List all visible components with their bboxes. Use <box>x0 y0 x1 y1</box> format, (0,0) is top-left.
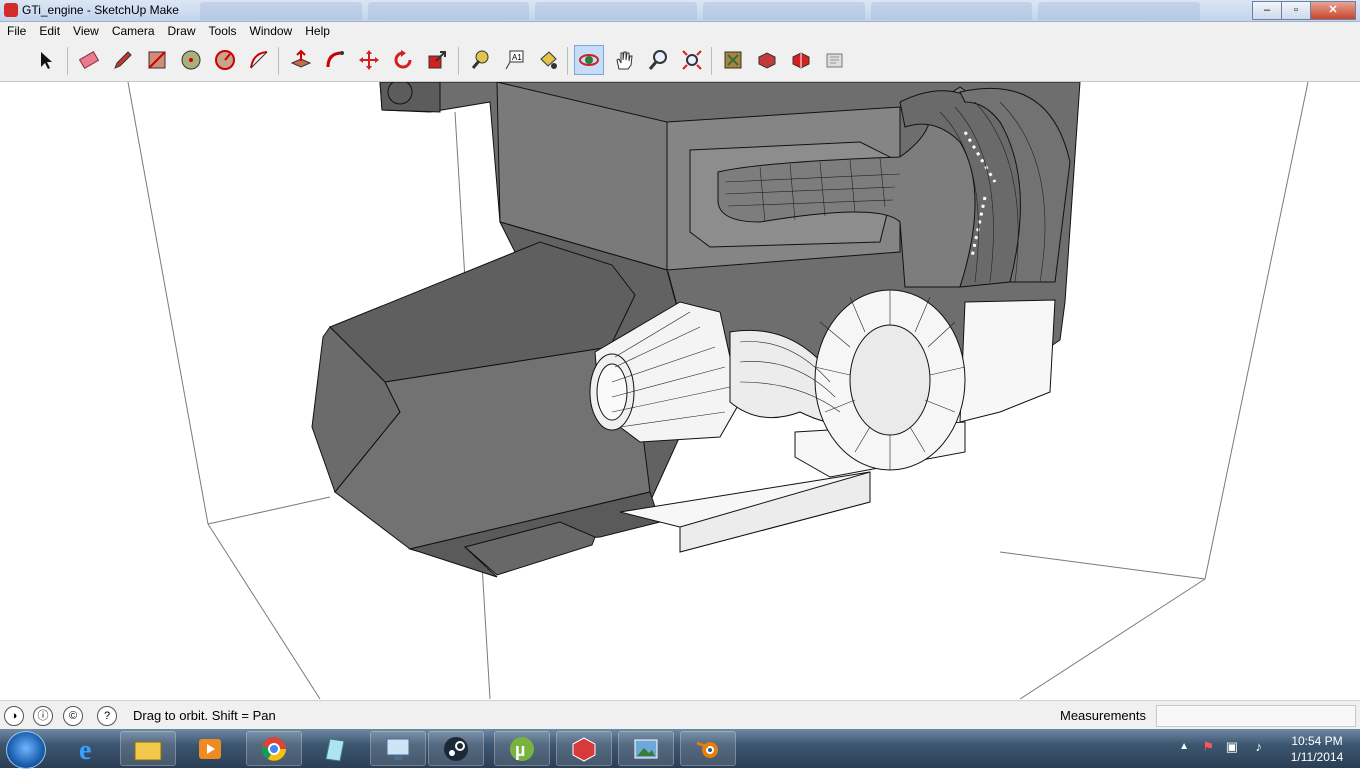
clock-date: 1/11/2014 <box>1290 750 1344 764</box>
engine-model <box>127 82 1309 699</box>
svg-text:µ: µ <box>515 740 525 760</box>
close-button[interactable]: ✕ <box>1310 1 1356 20</box>
taskbar: e µ ▲ ⚑ ▣ ♪ 10:54 PM 1/11/2014 <box>0 729 1360 769</box>
media-player-icon[interactable] <box>182 731 238 766</box>
clock-time: 10:54 PM <box>1291 734 1343 748</box>
move-icon[interactable] <box>354 45 384 75</box>
maximize-button[interactable]: ▫ <box>1281 1 1311 20</box>
minimize-button[interactable]: – <box>1252 1 1282 20</box>
share-model-icon[interactable] <box>786 45 816 75</box>
orbit-icon[interactable] <box>574 45 604 75</box>
model-viewport[interactable] <box>0 82 1360 699</box>
select-icon[interactable] <box>31 45 61 75</box>
follow-me-icon[interactable] <box>320 45 350 75</box>
menu-file[interactable]: File <box>0 22 32 41</box>
network-icon[interactable]: ▣ <box>1226 739 1238 755</box>
help-icon[interactable]: ? <box>97 706 117 726</box>
status-bar: ◑ ⓘ © ? Drag to orbit. Shift = Pan Measu… <box>0 700 1360 730</box>
start-button[interactable] <box>6 731 46 769</box>
arc-icon[interactable] <box>244 45 274 75</box>
volume-icon[interactable]: ♪ <box>1256 739 1263 754</box>
blender-icon[interactable] <box>680 731 736 766</box>
sign-in-icon[interactable]: © <box>63 706 83 726</box>
window-title: GTi_engine - SketchUp Make <box>22 3 179 17</box>
credits-icon[interactable]: ⓘ <box>33 706 53 726</box>
paint-bucket-icon[interactable] <box>533 45 563 75</box>
eraser-icon[interactable] <box>74 45 104 75</box>
menu-tools[interactable]: Tools <box>202 22 243 41</box>
toolbar: A1 <box>0 41 1360 82</box>
rectangle-icon[interactable] <box>142 45 172 75</box>
measurements-input[interactable] <box>1156 705 1356 727</box>
zoom-icon[interactable] <box>643 45 673 75</box>
circle-icon[interactable] <box>176 45 206 75</box>
utorrent-icon[interactable]: µ <box>494 731 550 766</box>
show-hidden-icons-icon[interactable]: ▲ <box>1179 741 1189 752</box>
text-icon[interactable]: A1 <box>499 45 529 75</box>
file-explorer-icon[interactable] <box>120 731 176 766</box>
polygon-icon[interactable] <box>210 45 240 75</box>
geo-location-icon[interactable]: ◑ <box>4 706 24 726</box>
extension-warehouse-icon[interactable] <box>752 45 782 75</box>
push-pull-icon[interactable] <box>286 45 316 75</box>
taskbar-clock[interactable]: 10:54 PM 1/11/2014 <box>1282 733 1352 765</box>
pencil-icon[interactable] <box>108 45 138 75</box>
menu-view[interactable]: View <box>66 22 105 41</box>
pan-icon[interactable] <box>609 45 639 75</box>
menu-bar: File Edit View Camera Draw Tools Window … <box>0 22 1360 41</box>
image-viewer-icon[interactable] <box>618 731 674 766</box>
svg-text:A1: A1 <box>512 53 522 62</box>
rotate-icon[interactable] <box>388 45 418 75</box>
tape-measure-icon[interactable] <box>465 45 495 75</box>
zoom-extents-icon[interactable] <box>677 45 707 75</box>
title-bar: GTi_engine - SketchUp Make – ▫ ✕ <box>0 0 1360 22</box>
chrome-icon[interactable] <box>246 731 302 766</box>
sketchup-icon <box>4 3 18 17</box>
menu-draw[interactable]: Draw <box>161 22 202 41</box>
app-icon[interactable] <box>306 731 362 766</box>
measurements-label: Measurements <box>1060 708 1146 723</box>
menu-window[interactable]: Window <box>243 22 299 41</box>
scale-icon[interactable] <box>422 45 452 75</box>
layout-icon[interactable] <box>820 45 850 75</box>
svg-text:e: e <box>79 735 91 764</box>
menu-help[interactable]: Help <box>298 22 336 41</box>
status-hint: Drag to orbit. Shift = Pan <box>133 708 276 723</box>
steam-icon[interactable] <box>428 731 484 766</box>
menu-camera[interactable]: Camera <box>105 22 161 41</box>
sketchup-icon[interactable] <box>556 731 612 766</box>
background-browser-tabs <box>200 2 1201 20</box>
3d-warehouse-icon[interactable] <box>718 45 748 75</box>
action-center-icon[interactable]: ⚑ <box>1202 739 1214 755</box>
internet-explorer-icon[interactable]: e <box>62 731 118 766</box>
control-panel-icon[interactable] <box>370 731 426 766</box>
menu-edit[interactable]: Edit <box>32 22 66 41</box>
